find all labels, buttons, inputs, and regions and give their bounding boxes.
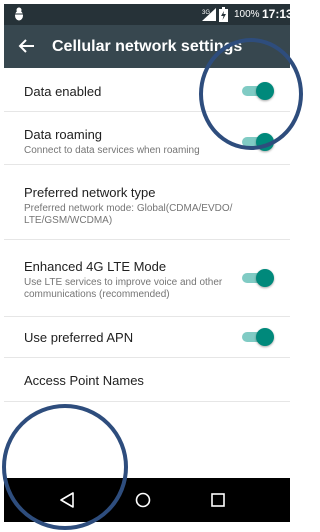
setting-preferred-network-type[interactable]: Preferred network type Preferred network… xyxy=(4,165,290,240)
setting-title: Use preferred APN xyxy=(24,330,134,345)
enhanced-4g-lte-toggle[interactable] xyxy=(242,268,274,288)
battery-charging-icon xyxy=(219,7,228,22)
setting-title: Access Point Names xyxy=(24,373,144,388)
setting-access-point-names[interactable]: Access Point Names xyxy=(4,358,290,402)
setting-enhanced-4g-lte[interactable]: Enhanced 4G LTE Mode Use LTE services to… xyxy=(4,240,290,317)
toggle-thumb xyxy=(256,269,274,287)
home-circle-icon[interactable] xyxy=(135,492,151,508)
svg-text:3G: 3G xyxy=(202,10,210,16)
setting-summary: Connect to data services when roaming xyxy=(24,145,200,156)
battery-percentage: 100% xyxy=(234,9,260,20)
setting-data-enabled[interactable]: Data enabled xyxy=(4,68,290,112)
debug-bug-icon xyxy=(14,7,24,21)
signal-3g-icon: 3G xyxy=(202,8,216,21)
app-bar: Cellular network settings xyxy=(4,25,290,68)
setting-use-preferred-apn[interactable]: Use preferred APN xyxy=(4,317,290,358)
navigation-bar xyxy=(4,478,290,522)
setting-summary: Use LTE services to improve voice and ot… xyxy=(24,277,223,300)
setting-summary: Preferred network mode: Global(CDMA/EVDO… xyxy=(24,203,233,226)
setting-title: Data enabled xyxy=(24,84,102,99)
toggle-thumb xyxy=(256,133,274,151)
data-roaming-toggle[interactable] xyxy=(242,132,274,152)
setting-title: Data roaming xyxy=(24,127,103,142)
use-preferred-apn-toggle[interactable] xyxy=(242,327,274,347)
setting-title: Preferred network type xyxy=(24,185,156,200)
setting-title: Enhanced 4G LTE Mode xyxy=(24,259,167,274)
status-clock: 17:13 xyxy=(262,7,293,21)
toggle-thumb xyxy=(256,82,274,100)
page-title: Cellular network settings xyxy=(52,38,243,55)
arrow-back-icon[interactable] xyxy=(18,37,36,55)
toggle-thumb xyxy=(256,328,274,346)
back-triangle-icon[interactable] xyxy=(59,492,75,508)
recents-square-icon[interactable] xyxy=(210,492,226,508)
setting-data-roaming[interactable]: Data roaming Connect to data services wh… xyxy=(4,112,290,165)
data-enabled-toggle[interactable] xyxy=(242,81,274,101)
status-bar: 3G 100% 17:13 xyxy=(4,4,293,25)
